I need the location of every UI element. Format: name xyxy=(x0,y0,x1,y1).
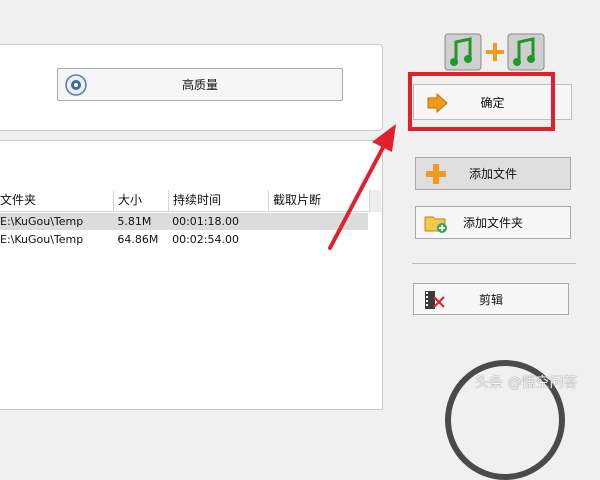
highlight-box xyxy=(408,72,555,131)
column-header-size[interactable]: 大小 xyxy=(114,190,169,212)
divider xyxy=(412,263,576,264)
add-file-label: 添加文件 xyxy=(468,167,517,181)
cell-size: 5.81M xyxy=(117,215,152,228)
table-row[interactable]: E:\KuGou\Temp 5.81M 00:01:18.00 xyxy=(0,213,368,230)
cell-duration: 00:02:54.00 xyxy=(172,233,239,246)
file-list-header: 文件夹 大小 持续时间 截取片断 xyxy=(0,190,378,212)
plus-icon xyxy=(426,164,446,184)
film-scissors-icon xyxy=(425,291,445,309)
add-file-button[interactable]: 添加文件 xyxy=(415,157,571,190)
quality-button[interactable]: 高质量 xyxy=(57,68,343,101)
cell-path: E:\KuGou\Temp xyxy=(0,215,84,228)
file-list-panel xyxy=(0,140,383,410)
add-folder-label: 添加文件夹 xyxy=(462,216,523,230)
cell-path: E:\KuGou\Temp xyxy=(0,233,84,246)
cell-cut xyxy=(268,213,368,230)
add-folder-button[interactable]: 添加文件夹 xyxy=(415,206,571,239)
folder-add-icon xyxy=(424,216,447,233)
edit-button[interactable]: 剪辑 xyxy=(413,283,569,315)
cell-duration: 00:01:18.00 xyxy=(172,215,239,228)
cell-size: 64.86M xyxy=(117,233,159,246)
column-header-folder[interactable]: 文件夹 xyxy=(0,190,114,212)
quality-label: 高质量 xyxy=(181,78,218,92)
column-header-cut[interactable]: 截取片断 xyxy=(269,190,370,212)
edit-label: 剪辑 xyxy=(478,292,503,307)
scrollbar-header-cap xyxy=(369,190,381,212)
table-row[interactable]: E:\KuGou\Temp 64.86M 00:02:54.00 xyxy=(0,231,368,248)
watermark-text: 头条 @悟空问答 xyxy=(475,375,578,391)
column-header-duration[interactable]: 持续时间 xyxy=(169,190,269,212)
watermark: 头条 @悟空问答 xyxy=(475,372,577,392)
music-merge-icon xyxy=(444,33,545,71)
quality-settings-icon xyxy=(65,74,87,96)
cell-cut xyxy=(268,231,368,248)
